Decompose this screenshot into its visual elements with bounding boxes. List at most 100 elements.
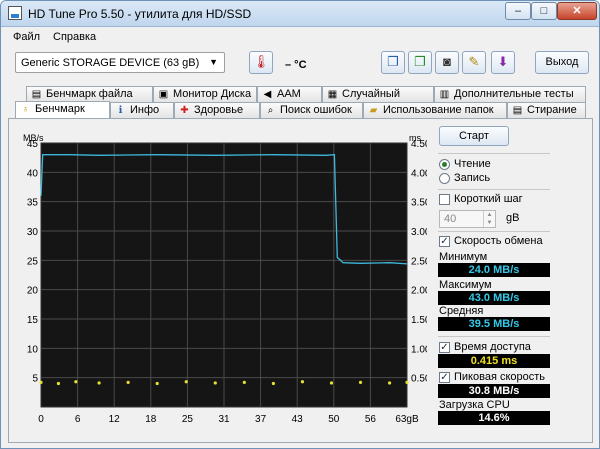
copy-screenshot-icon[interactable]: ❐ bbox=[408, 51, 432, 74]
stepper-arrows-icon: ▲ ▼ bbox=[483, 211, 495, 227]
app-window: HD Tune Pro 5.50 - утилита для HD/SSD – … bbox=[0, 0, 600, 449]
x-tick-label: 25 bbox=[182, 414, 194, 425]
access-time-point bbox=[39, 380, 43, 384]
access-time-point bbox=[126, 380, 130, 384]
x-tick-label: 37 bbox=[255, 414, 267, 425]
short-step-checkbox[interactable] bbox=[439, 194, 450, 205]
x-tick-label: 50 bbox=[328, 414, 340, 425]
maximum-label: Максимум bbox=[439, 279, 492, 291]
chevron-down-icon: ▼ bbox=[209, 57, 218, 67]
tab-label: AAM bbox=[277, 88, 301, 100]
divider bbox=[438, 231, 550, 232]
burst-rate-value: 30.8 MB/s bbox=[438, 384, 550, 398]
divider bbox=[438, 189, 550, 190]
access-time-point bbox=[329, 381, 334, 385]
options-icon[interactable]: ✎ bbox=[462, 51, 486, 74]
y-tick-label: 35 bbox=[27, 198, 39, 209]
x-tick-label: 31 bbox=[218, 414, 230, 425]
tab-label: Поиск ошибок bbox=[280, 104, 352, 116]
y-tick-label: 25 bbox=[27, 256, 39, 267]
access-time-point bbox=[358, 380, 363, 384]
y-tick-label: 10 bbox=[27, 344, 39, 355]
divider bbox=[438, 153, 550, 154]
access-time-point bbox=[387, 381, 392, 385]
erase-icon: ▤ bbox=[512, 105, 523, 116]
access-time-point bbox=[405, 380, 409, 384]
y-tick-label: 15 bbox=[27, 315, 39, 326]
y2-tick-label: 2.00 bbox=[411, 286, 427, 297]
access-time-point bbox=[271, 381, 275, 386]
transfer-rate-label: Скорость обмена bbox=[454, 235, 543, 247]
menu-help[interactable]: Справка bbox=[53, 31, 96, 43]
tab-folder-usage[interactable]: ▰ Использование папок bbox=[363, 102, 507, 118]
tab-extra-tests[interactable]: ▥ Дополнительные тесты bbox=[434, 86, 586, 102]
folder-icon: ▰ bbox=[369, 105, 378, 116]
read-radio[interactable] bbox=[439, 159, 450, 170]
tab-erase[interactable]: ▤ Стирание bbox=[507, 102, 586, 118]
info-icon: ℹ bbox=[118, 105, 123, 116]
y-tick-label: 45 bbox=[27, 139, 39, 150]
y2-tick-label: 3.50 bbox=[411, 198, 427, 209]
tab-label: Монитор Диска bbox=[173, 88, 252, 100]
maximize-button[interactable]: □ bbox=[531, 2, 557, 20]
window-title: HD Tune Pro 5.50 - утилита для HD/SSD bbox=[28, 7, 252, 21]
access-time-label: Время доступа bbox=[454, 341, 531, 353]
minimum-value: 24.0 MB/s bbox=[438, 263, 550, 277]
tab-label: Здоровье bbox=[194, 104, 244, 116]
health-cross-icon: ✚ bbox=[180, 105, 189, 116]
file-icon: ▤ bbox=[31, 89, 42, 100]
close-button[interactable]: ✕ bbox=[557, 2, 597, 20]
y2-tick-label: 3.00 bbox=[411, 227, 427, 238]
minimize-button[interactable]: – bbox=[505, 2, 531, 20]
y2-tick-label: 4.00 bbox=[411, 168, 427, 179]
x-tick-label: 12 bbox=[109, 414, 121, 425]
maximum-value: 43.0 MB/s bbox=[438, 291, 550, 305]
benchmark-icon: ♁ bbox=[21, 104, 30, 115]
write-radio[interactable] bbox=[439, 173, 450, 184]
tab-strip: ▤ Бенчмарк файла ▣ Монитор Диска ◀ AAM ▦ Слу… bbox=[1, 86, 599, 120]
tab-error-scan[interactable]: ⌕ Поиск ошибок bbox=[260, 102, 363, 118]
app-icon bbox=[8, 6, 22, 20]
burst-rate-checkbox[interactable]: ✓ bbox=[439, 372, 450, 383]
transfer-rate-checkbox[interactable]: ✓ bbox=[439, 236, 450, 247]
tab-disk-monitor[interactable]: ▣ Монитор Диска bbox=[153, 86, 257, 102]
average-value: 39.5 MB/s bbox=[438, 317, 550, 331]
tab-file-benchmark[interactable]: ▤ Бенчмарк файла bbox=[26, 86, 153, 102]
tab-health[interactable]: ✚ Здоровье bbox=[174, 102, 260, 118]
random-access-icon: ▦ bbox=[327, 89, 338, 100]
access-time-point bbox=[213, 381, 217, 385]
access-time-point bbox=[184, 380, 188, 384]
access-time-point bbox=[97, 381, 101, 385]
benchmark-chart: MB/sms454035302520151054.504.003.503.002… bbox=[23, 133, 431, 429]
copy-text-icon[interactable]: ❐ bbox=[381, 51, 405, 74]
step-size-stepper[interactable]: 40 ▲ ▼ bbox=[439, 210, 496, 228]
tab-info[interactable]: ℹ Инфо bbox=[110, 102, 174, 118]
access-time-point bbox=[300, 380, 305, 384]
minimum-label: Минимум bbox=[439, 251, 488, 263]
tab-label: Использование папок bbox=[383, 104, 494, 116]
y2-tick-label: 4.50 bbox=[411, 139, 427, 150]
tab-random-access[interactable]: ▦Случайный доступ bbox=[322, 86, 434, 114]
step-unit-label: gB bbox=[506, 212, 520, 224]
title-bar: HD Tune Pro 5.50 - утилита для HD/SSD – … bbox=[1, 1, 599, 27]
tab-benchmark[interactable]: ♁ Бенчмарк bbox=[15, 101, 110, 118]
save-icon[interactable]: ⬇ bbox=[491, 51, 515, 74]
cpu-usage-label: Загрузка CPU bbox=[439, 399, 510, 411]
menu-file[interactable]: Файл bbox=[13, 31, 40, 43]
tab-aam[interactable]: ◀ AAM bbox=[257, 86, 322, 102]
camera-icon[interactable]: ◙ bbox=[435, 51, 459, 74]
divider bbox=[438, 336, 550, 337]
tab-label: Бенчмарк bbox=[35, 103, 85, 115]
benchmark-chart-svg: MB/sms454035302520151054.504.003.503.002… bbox=[23, 133, 431, 425]
access-time-point bbox=[74, 380, 78, 384]
cpu-usage-value: 14.6% bbox=[438, 411, 550, 425]
y2-tick-label: 2.50 bbox=[411, 256, 427, 267]
device-select[interactable]: Generic STORAGE DEVICE (63 gB) ▼ bbox=[15, 52, 225, 73]
exit-button[interactable]: Выход bbox=[535, 51, 589, 74]
read-label: Чтение bbox=[454, 158, 491, 170]
access-time-point bbox=[242, 380, 246, 384]
y-tick-label: 40 bbox=[27, 168, 39, 179]
access-time-checkbox[interactable]: ✓ bbox=[439, 342, 450, 353]
thermometer-icon[interactable]: 🌡 bbox=[249, 51, 273, 74]
start-button[interactable]: Старт bbox=[439, 126, 509, 146]
